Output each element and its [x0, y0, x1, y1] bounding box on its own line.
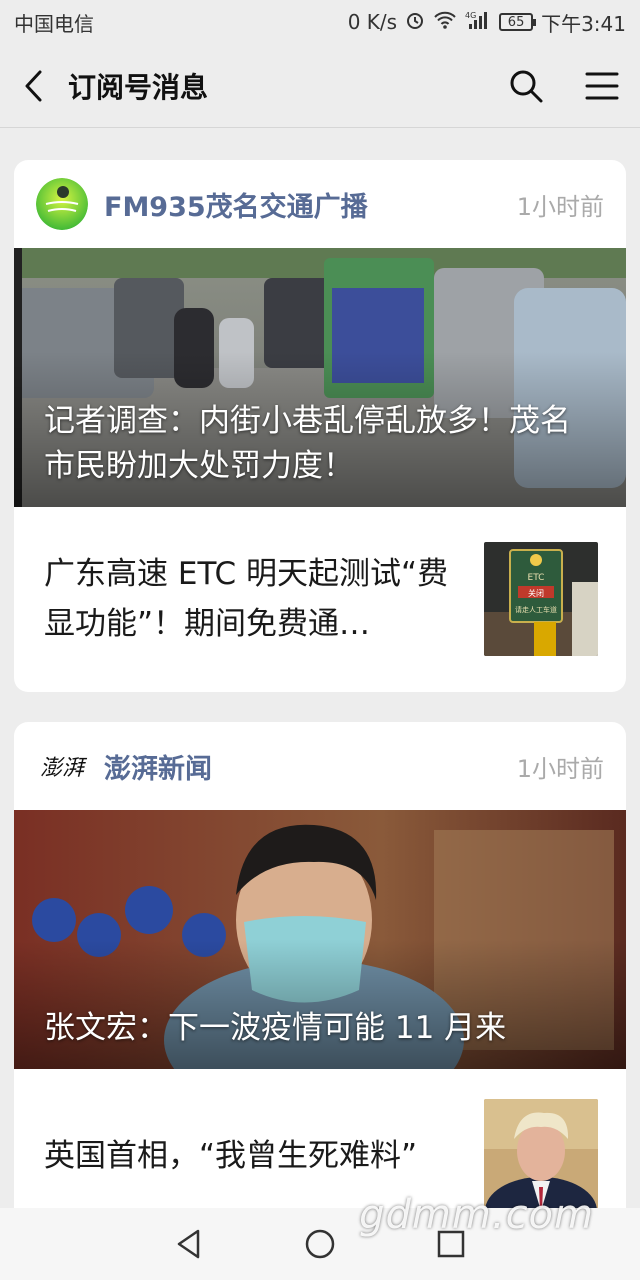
sub-article-title[interactable]: 广东高速 ETC 明天起测试“费显功能”！期间免费通… [44, 549, 484, 649]
net-speed: 0 K/s [347, 10, 398, 34]
nav-back-icon[interactable] [174, 1228, 204, 1260]
back-button[interactable] [0, 44, 68, 128]
card-header[interactable]: 澎湃 澎湃新闻 1小时前 [14, 722, 626, 810]
etc-sign-image: ETC 关闭 请走人工车道 [484, 542, 598, 656]
nav-bar: 订阅号消息 [0, 44, 640, 128]
etc-sign-manual: 请走人工车道 [515, 605, 557, 614]
sub-article-thumbnail[interactable]: ETC 关闭 请走人工车道 [484, 542, 598, 656]
search-button[interactable] [488, 44, 564, 128]
time-ago: 1小时前 [516, 192, 604, 221]
etc-sign-label: ETC [528, 573, 545, 583]
back-arrow-icon [25, 70, 42, 101]
clock: 下午3:41 [541, 11, 626, 36]
account-name[interactable]: 澎湃新闻 [104, 747, 517, 786]
battery-icon: 65 [499, 13, 537, 31]
menu-button[interactable] [564, 44, 640, 128]
alarm-icon [405, 10, 425, 35]
signal-icon: 4G [465, 10, 491, 35]
menu-icon [585, 72, 619, 99]
carrier-label: 中国电信 [14, 11, 94, 36]
account-name[interactable]: FM935茂名交通广播 [104, 185, 517, 224]
search-icon [510, 70, 543, 102]
wifi-icon [433, 10, 457, 35]
hero-title[interactable]: 张文宏：下一波疫情可能 11 月来 [44, 1006, 600, 1051]
time-ago: 1小时前 [516, 754, 604, 783]
sub-article-title[interactable]: 英国首相，“我曾生死难料” [44, 1131, 484, 1181]
hero-article[interactable]: 张文宏：下一波疫情可能 11 月来 [14, 810, 626, 1069]
etc-sign-closed: 关闭 [528, 588, 544, 598]
hero-article[interactable]: 记者调查：内街小巷乱停乱放多！茂名市民盼加大处罚力度！ [14, 248, 626, 507]
svg-text:4G: 4G [465, 11, 476, 20]
card-header[interactable]: FM935茂名交通广播 1小时前 [14, 160, 626, 248]
sub-article[interactable]: 广东高速 ETC 明天起测试“费显功能”！期间免费通… ETC 关闭 请走人工车… [14, 507, 626, 691]
account-avatar[interactable] [36, 178, 88, 230]
page-title: 订阅号消息 [68, 70, 209, 104]
watermark: gdmm.com [359, 1192, 594, 1238]
account-logo-text: 澎湃 [39, 756, 84, 781]
article-card[interactable]: FM935茂名交通广播 1小时前 记者调查：内街小巷乱停乱放多！茂名市民盼加大处… [14, 160, 626, 692]
nav-home-icon[interactable] [304, 1228, 336, 1260]
hero-title[interactable]: 记者调查：内街小巷乱停乱放多！茂名市民盼加大处罚力度！ [44, 399, 600, 489]
article-card[interactable]: 澎湃 澎湃新闻 1小时前 张文宏：下一波疫情可能 11 月来 英国首相，“我曾生… [14, 722, 626, 1242]
status-icons: 0 K/s 4G 65 下午3:41 [348, 8, 626, 37]
account-logo[interactable]: 澎湃 [36, 740, 88, 792]
status-bar: 中国电信 0 K/s 4G 65 下午3:41 [0, 0, 640, 44]
